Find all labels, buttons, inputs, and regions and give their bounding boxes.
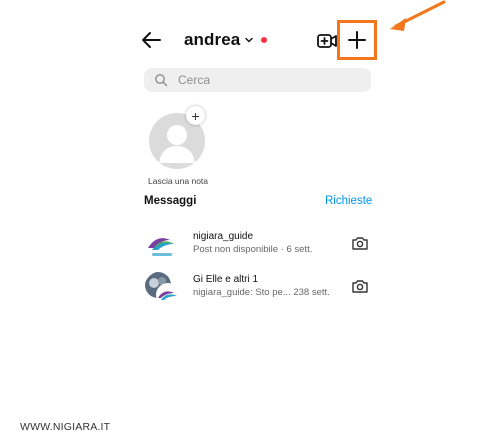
notification-dot	[261, 37, 268, 43]
username[interactable]: andrea	[184, 30, 240, 50]
new-message-plus-icon[interactable]	[346, 29, 368, 51]
pointer-arrow-icon	[390, 0, 446, 31]
search-input[interactable]	[176, 72, 360, 88]
thread-row[interactable]: nigiara_guide Post non disponibile · 6 s…	[144, 228, 372, 268]
chevron-down-icon[interactable]	[244, 35, 254, 45]
group-avatar-icon	[144, 271, 180, 307]
thread-preview: Post non disponibile · 6 sett.	[193, 244, 313, 255]
video-add-icon[interactable]	[316, 30, 338, 52]
back-arrow-icon[interactable]	[140, 28, 164, 52]
note-label: Lascia una nota	[148, 176, 209, 186]
avatar	[144, 228, 180, 264]
camera-icon[interactable]	[351, 277, 369, 295]
nigiara-logo-icon	[144, 228, 180, 264]
camera-icon[interactable]	[351, 234, 369, 252]
avatar	[144, 271, 180, 307]
watermark: WWW.NIGIARA.IT	[20, 421, 111, 433]
messages-heading: Messaggi	[144, 195, 197, 207]
search-icon	[155, 74, 168, 87]
thread-row[interactable]: Gi Elle e altri 1 nigiara_guide: Sto pe.…	[144, 271, 372, 311]
requests-link[interactable]: Richieste	[325, 195, 372, 207]
account-switcher[interactable]: andrea	[184, 30, 268, 50]
thread-name: Gi Elle e altri 1	[193, 274, 259, 285]
thread-preview: nigiara_guide: Sto pe... 238 sett.	[193, 287, 330, 298]
add-note-button[interactable]: +	[186, 106, 205, 125]
search-bar[interactable]	[144, 68, 371, 92]
thread-name: nigiara_guide	[193, 231, 254, 242]
